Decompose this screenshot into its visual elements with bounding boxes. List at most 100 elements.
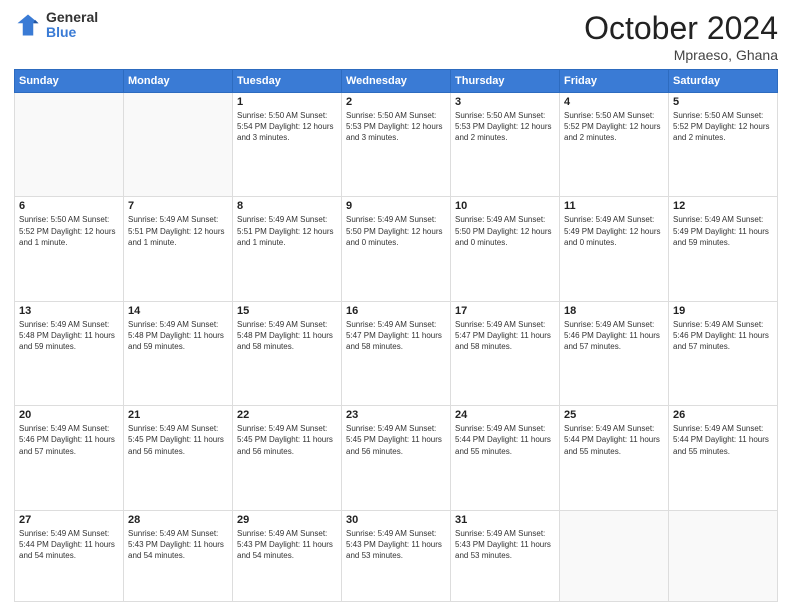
day-number: 23: [346, 409, 446, 421]
day-detail: Sunrise: 5:49 AM Sunset: 5:51 PM Dayligh…: [128, 214, 228, 248]
table-row: 26 Sunrise: 5:49 AM Sunset: 5:44 PM Dayli…: [669, 406, 778, 510]
page: General Blue October 2024 Mpraeso, Ghana…: [0, 0, 792, 612]
day-detail: Sunrise: 5:49 AM Sunset: 5:48 PM Dayligh…: [19, 319, 119, 353]
day-number: 8: [237, 200, 337, 212]
title-location: Mpraeso, Ghana: [584, 47, 778, 63]
day-detail: Sunrise: 5:49 AM Sunset: 5:46 PM Dayligh…: [564, 319, 664, 353]
day-detail: Sunrise: 5:49 AM Sunset: 5:51 PM Dayligh…: [237, 214, 337, 248]
day-detail: Sunrise: 5:49 AM Sunset: 5:44 PM Dayligh…: [455, 423, 555, 457]
day-detail: Sunrise: 5:49 AM Sunset: 5:46 PM Dayligh…: [673, 319, 773, 353]
day-number: 27: [19, 514, 119, 526]
table-row: 2 Sunrise: 5:50 AM Sunset: 5:53 PM Daylig…: [342, 93, 451, 197]
day-number: 14: [128, 305, 228, 317]
day-number: 22: [237, 409, 337, 421]
table-row: [560, 510, 669, 601]
day-number: 15: [237, 305, 337, 317]
table-row: 1 Sunrise: 5:50 AM Sunset: 5:54 PM Daylig…: [233, 93, 342, 197]
day-number: 9: [346, 200, 446, 212]
table-row: 7Sunrise: 5:49 AM Sunset: 5:51 PM Daylig…: [124, 197, 233, 301]
table-row: 22 Sunrise: 5:49 AM Sunset: 5:45 PM Dayli…: [233, 406, 342, 510]
day-detail: Sunrise: 5:49 AM Sunset: 5:43 PM Dayligh…: [128, 528, 228, 562]
day-number: 18: [564, 305, 664, 317]
table-row: 3 Sunrise: 5:50 AM Sunset: 5:53 PM Daylig…: [451, 93, 560, 197]
table-row: [15, 93, 124, 197]
col-monday: Monday: [124, 70, 233, 93]
day-number: 10: [455, 200, 555, 212]
table-row: 12Sunrise: 5:49 AM Sunset: 5:49 PM Dayli…: [669, 197, 778, 301]
day-detail: Sunrise: 5:49 AM Sunset: 5:43 PM Dayligh…: [346, 528, 446, 562]
table-row: 14 Sunrise: 5:49 AM Sunset: 5:48 PM Dayli…: [124, 301, 233, 405]
day-detail: Sunrise: 5:50 AM Sunset: 5:53 PM Dayligh…: [455, 110, 555, 144]
day-number: 25: [564, 409, 664, 421]
table-row: 16 Sunrise: 5:49 AM Sunset: 5:47 PM Dayli…: [342, 301, 451, 405]
table-row: 17Sunrise: 5:49 AM Sunset: 5:47 PM Dayli…: [451, 301, 560, 405]
day-detail: Sunrise: 5:50 AM Sunset: 5:52 PM Dayligh…: [673, 110, 773, 144]
day-detail: Sunrise: 5:49 AM Sunset: 5:45 PM Dayligh…: [128, 423, 228, 457]
calendar-table: Sunday Monday Tuesday Wednesday Thursday…: [14, 69, 778, 602]
day-detail: Sunrise: 5:50 AM Sunset: 5:52 PM Dayligh…: [564, 110, 664, 144]
day-detail: Sunrise: 5:49 AM Sunset: 5:48 PM Dayligh…: [237, 319, 337, 353]
day-detail: Sunrise: 5:49 AM Sunset: 5:45 PM Dayligh…: [346, 423, 446, 457]
table-row: 29Sunrise: 5:49 AM Sunset: 5:43 PM Dayli…: [233, 510, 342, 601]
day-number: 11: [564, 200, 664, 212]
table-row: 20 Sunrise: 5:49 AM Sunset: 5:46 PM Dayli…: [15, 406, 124, 510]
day-number: 31: [455, 514, 555, 526]
day-number: 6: [19, 200, 119, 212]
day-detail: Sunrise: 5:49 AM Sunset: 5:43 PM Dayligh…: [455, 528, 555, 562]
day-number: 28: [128, 514, 228, 526]
col-wednesday: Wednesday: [342, 70, 451, 93]
day-detail: Sunrise: 5:50 AM Sunset: 5:54 PM Dayligh…: [237, 110, 337, 144]
day-number: 20: [19, 409, 119, 421]
table-row: [669, 510, 778, 601]
day-detail: Sunrise: 5:50 AM Sunset: 5:53 PM Dayligh…: [346, 110, 446, 144]
day-number: 3: [455, 96, 555, 108]
day-detail: Sunrise: 5:49 AM Sunset: 5:45 PM Dayligh…: [237, 423, 337, 457]
day-number: 13: [19, 305, 119, 317]
day-detail: Sunrise: 5:49 AM Sunset: 5:46 PM Dayligh…: [19, 423, 119, 457]
table-row: 30 Sunrise: 5:49 AM Sunset: 5:43 PM Dayli…: [342, 510, 451, 601]
calendar-header-row: Sunday Monday Tuesday Wednesday Thursday…: [15, 70, 778, 93]
day-detail: Sunrise: 5:49 AM Sunset: 5:43 PM Dayligh…: [237, 528, 337, 562]
day-number: 26: [673, 409, 773, 421]
logo-blue-text: Blue: [46, 25, 98, 40]
col-friday: Friday: [560, 70, 669, 93]
table-row: [124, 93, 233, 197]
table-row: 11Sunrise: 5:49 AM Sunset: 5:49 PM Dayli…: [560, 197, 669, 301]
day-number: 4: [564, 96, 664, 108]
day-number: 30: [346, 514, 446, 526]
day-number: 21: [128, 409, 228, 421]
logo-icon: [14, 11, 42, 39]
day-number: 1: [237, 96, 337, 108]
day-number: 5: [673, 96, 773, 108]
day-detail: Sunrise: 5:49 AM Sunset: 5:44 PM Dayligh…: [19, 528, 119, 562]
day-detail: Sunrise: 5:49 AM Sunset: 5:47 PM Dayligh…: [455, 319, 555, 353]
table-row: 25 Sunrise: 5:49 AM Sunset: 5:44 PM Dayli…: [560, 406, 669, 510]
table-row: 19 Sunrise: 5:49 AM Sunset: 5:46 PM Dayli…: [669, 301, 778, 405]
title-block: October 2024 Mpraeso, Ghana: [584, 10, 778, 63]
day-number: 2: [346, 96, 446, 108]
logo: General Blue: [14, 10, 98, 41]
day-number: 16: [346, 305, 446, 317]
table-row: 28 Sunrise: 5:49 AM Sunset: 5:43 PM Dayli…: [124, 510, 233, 601]
table-row: 27 Sunrise: 5:49 AM Sunset: 5:44 PM Dayli…: [15, 510, 124, 601]
table-row: 8 Sunrise: 5:49 AM Sunset: 5:51 PM Daylig…: [233, 197, 342, 301]
day-number: 19: [673, 305, 773, 317]
table-row: 6 Sunrise: 5:50 AM Sunset: 5:52 PM Daylig…: [15, 197, 124, 301]
table-row: 18 Sunrise: 5:49 AM Sunset: 5:46 PM Dayli…: [560, 301, 669, 405]
table-row: 10 Sunrise: 5:49 AM Sunset: 5:50 PM Dayli…: [451, 197, 560, 301]
day-detail: Sunrise: 5:49 AM Sunset: 5:48 PM Dayligh…: [128, 319, 228, 353]
day-detail: Sunrise: 5:49 AM Sunset: 5:47 PM Dayligh…: [346, 319, 446, 353]
logo-text: General Blue: [46, 10, 98, 41]
table-row: 15 Sunrise: 5:49 AM Sunset: 5:48 PM Dayli…: [233, 301, 342, 405]
day-number: 12: [673, 200, 773, 212]
day-detail: Sunrise: 5:50 AM Sunset: 5:52 PM Dayligh…: [19, 214, 119, 248]
table-row: 9Sunrise: 5:49 AM Sunset: 5:50 PM Daylig…: [342, 197, 451, 301]
col-tuesday: Tuesday: [233, 70, 342, 93]
day-detail: Sunrise: 5:49 AM Sunset: 5:44 PM Dayligh…: [564, 423, 664, 457]
logo-general-text: General: [46, 10, 98, 25]
table-row: 23 Sunrise: 5:49 AM Sunset: 5:45 PM Dayli…: [342, 406, 451, 510]
table-row: 4 Sunrise: 5:50 AM Sunset: 5:52 PM Daylig…: [560, 93, 669, 197]
day-detail: Sunrise: 5:49 AM Sunset: 5:44 PM Dayligh…: [673, 423, 773, 457]
day-detail: Sunrise: 5:49 AM Sunset: 5:50 PM Dayligh…: [455, 214, 555, 248]
table-row: 21 Sunrise: 5:49 AM Sunset: 5:45 PM Dayli…: [124, 406, 233, 510]
